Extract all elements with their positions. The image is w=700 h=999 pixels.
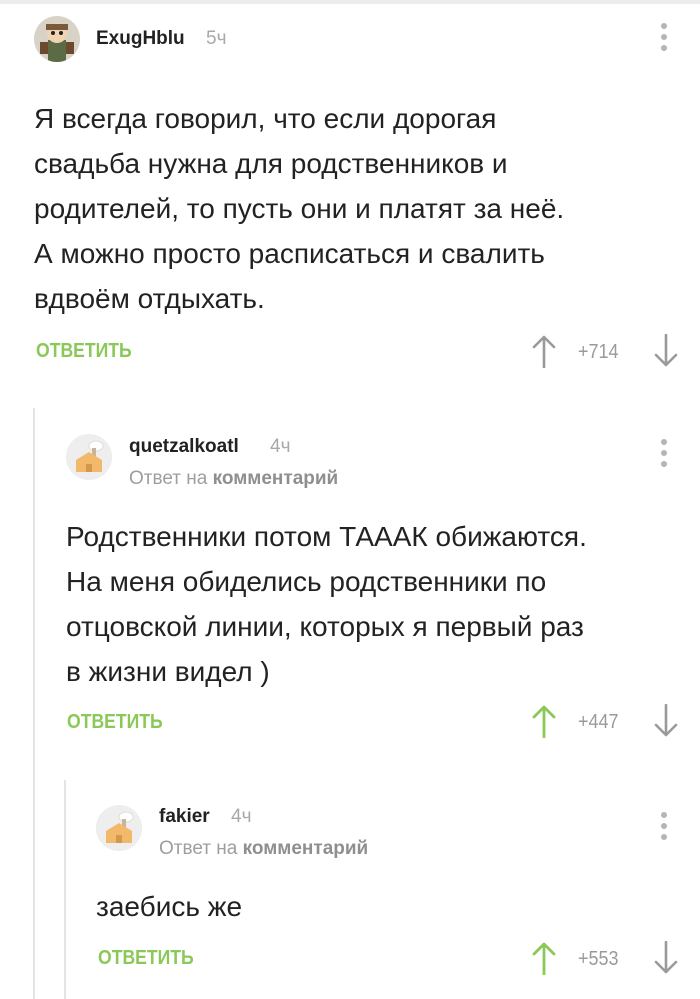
username[interactable]: fakier [159, 806, 210, 828]
comment-3: fakier 4ч Ответ на комментарий заебись ж… [0, 0, 700, 999]
arrow-down-icon[interactable] [654, 941, 678, 975]
reply-prefix: Ответ на [159, 838, 238, 859]
reply-button[interactable]: ОТВЕТИТЬ [98, 947, 194, 970]
vote-controls: +553 [532, 941, 682, 977]
more-vertical-icon[interactable] [658, 812, 670, 842]
comment-text: заебись же [96, 891, 243, 922]
score: +553 [578, 948, 619, 970]
avatar[interactable] [96, 805, 142, 851]
reply-target-link[interactable]: комментарий [243, 838, 369, 859]
avatar-image [96, 805, 142, 851]
timestamp: 4ч [231, 806, 252, 827]
reply-to-line: Ответ на комментарий [159, 838, 368, 860]
arrow-up-icon[interactable] [532, 941, 556, 975]
